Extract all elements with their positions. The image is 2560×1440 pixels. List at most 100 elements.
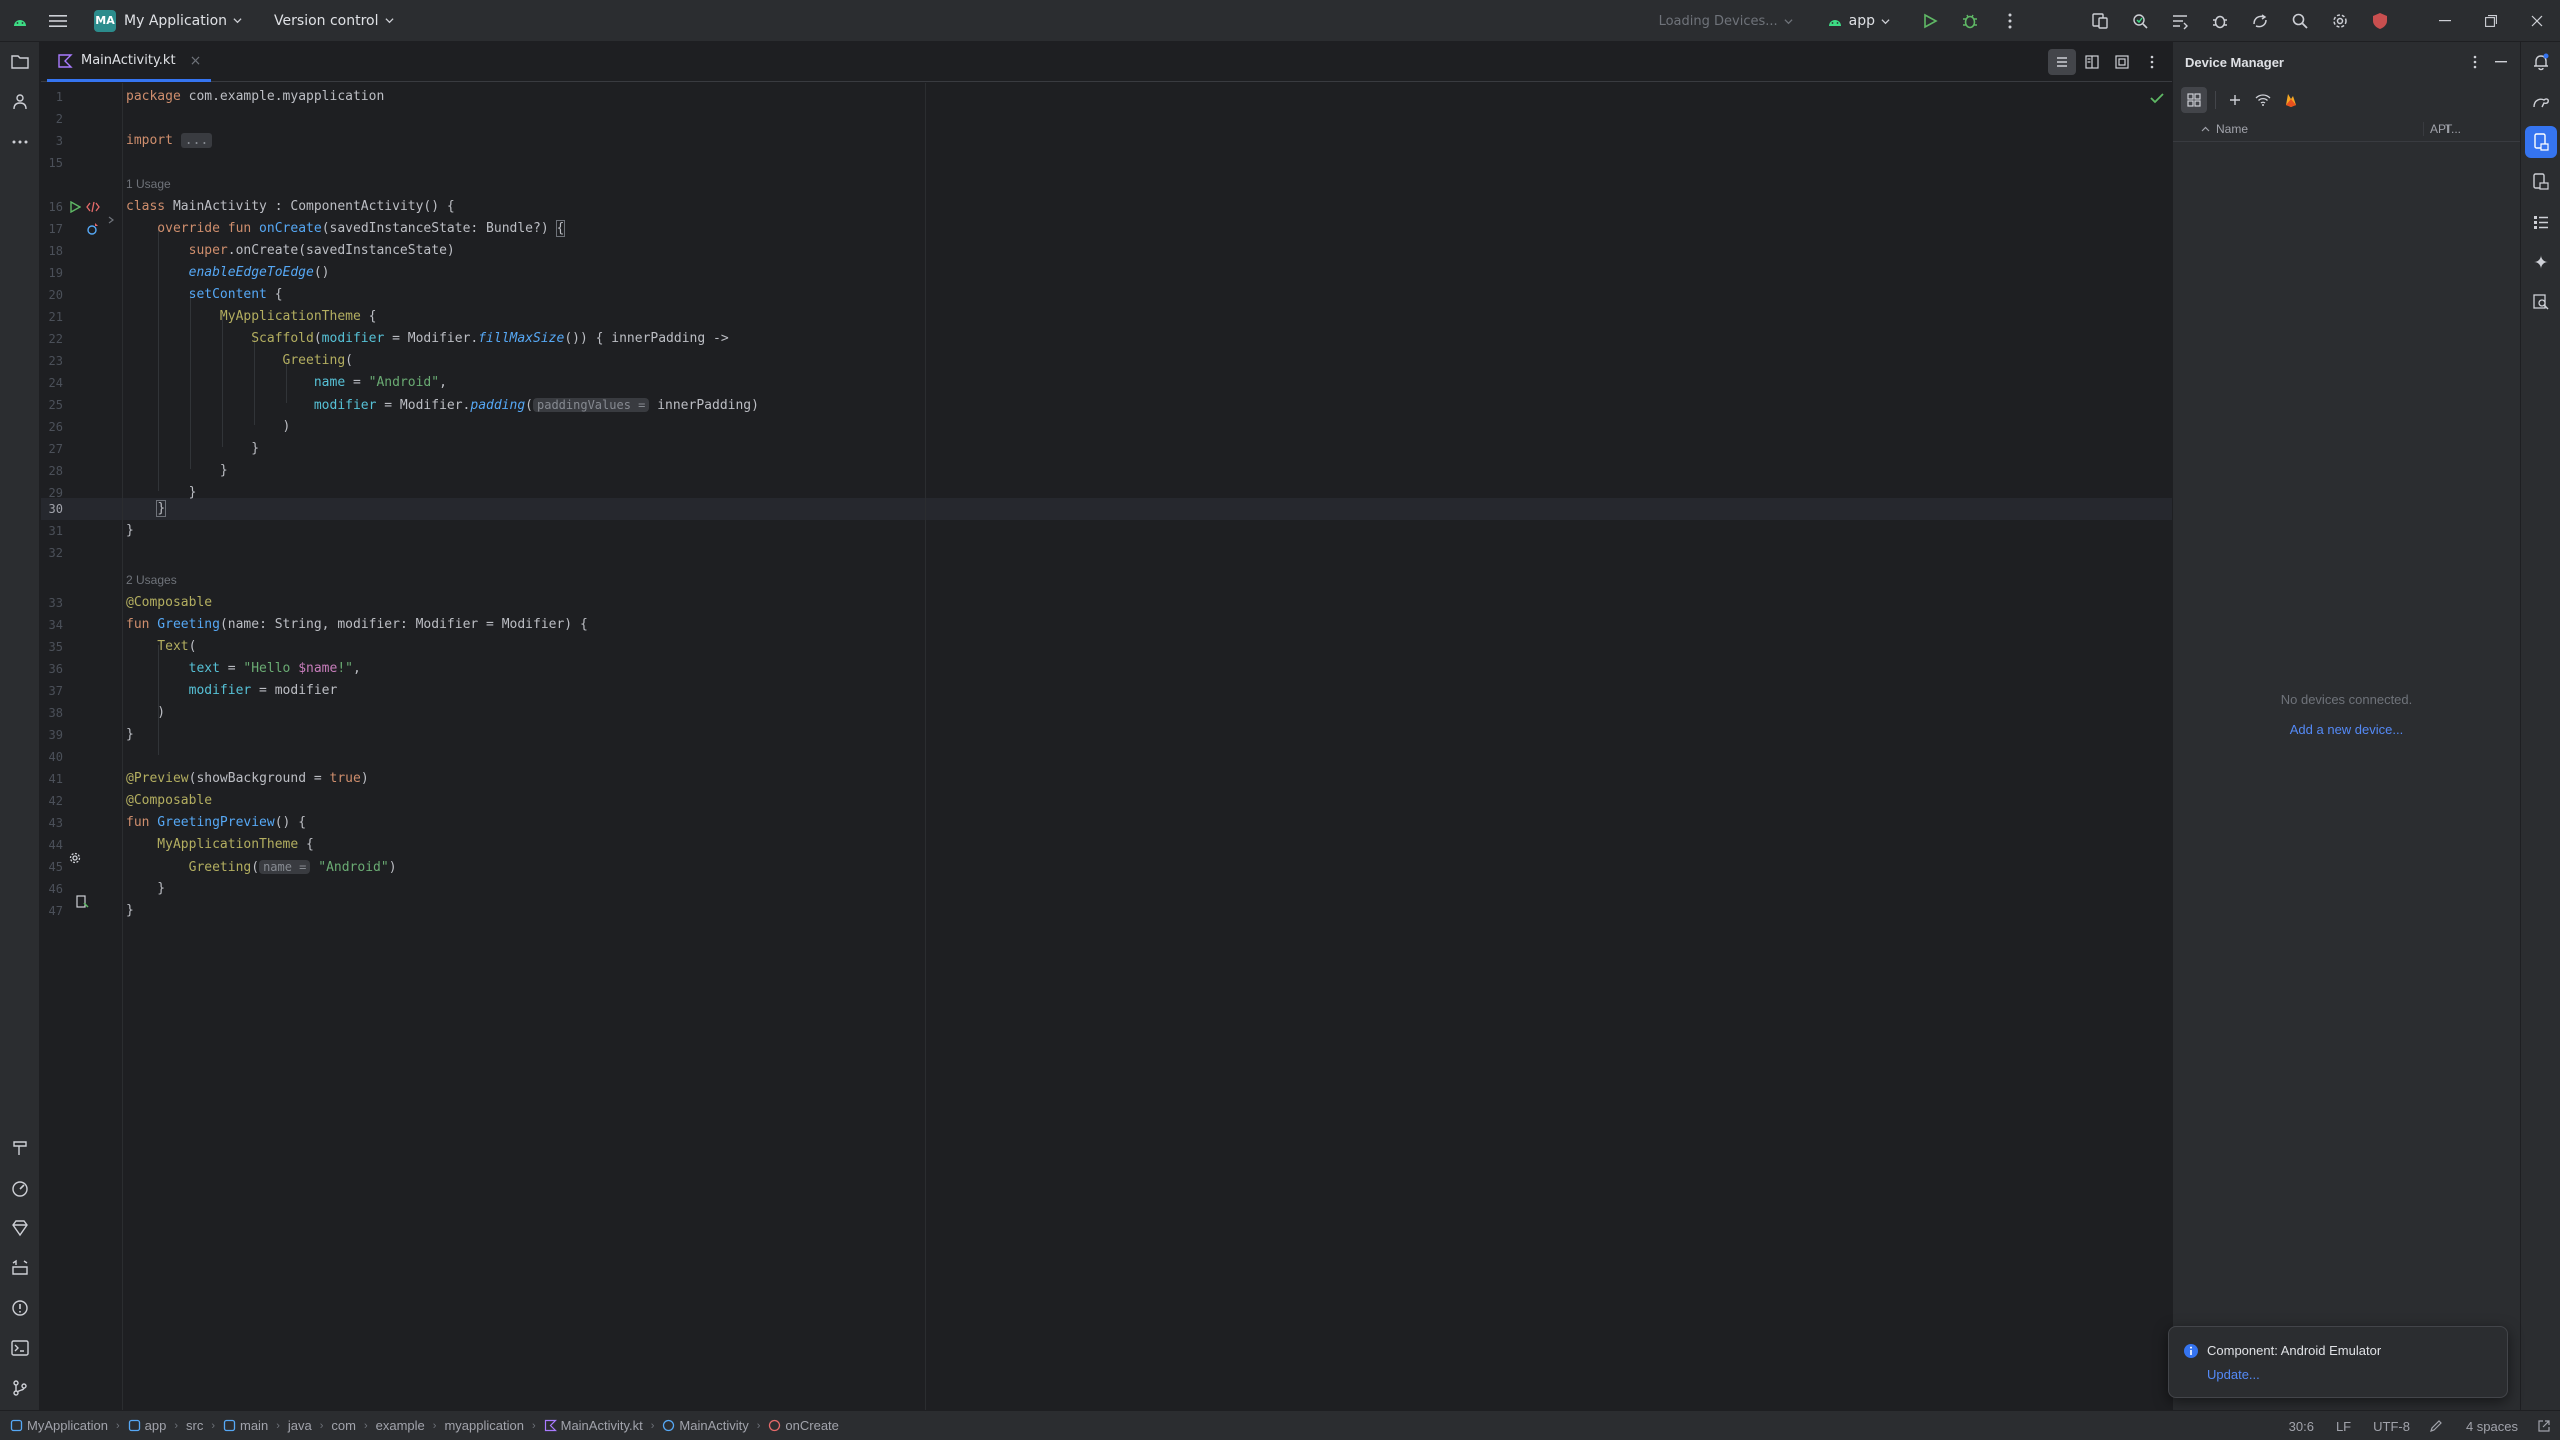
- more-actions-icon[interactable]: [1990, 0, 2030, 42]
- usages-hint[interactable]: 2 Usages: [126, 573, 177, 587]
- device-selector[interactable]: Loading Devices...: [1659, 14, 1793, 29]
- chevron-down-icon: [384, 18, 394, 24]
- hide-panel-icon[interactable]: [2488, 49, 2514, 75]
- chevron-down-icon: [1881, 18, 1890, 24]
- gradle-icon[interactable]: [2525, 86, 2557, 118]
- code-line: 3 import ...: [41, 130, 2172, 152]
- close-icon[interactable]: [2514, 0, 2560, 42]
- more-tool-windows-icon[interactable]: [4, 126, 36, 158]
- commit-icon[interactable]: [4, 86, 36, 118]
- bug-icon[interactable]: [2200, 0, 2240, 42]
- run-configuration-label: app: [1848, 13, 1875, 29]
- design-view-icon[interactable]: [2108, 49, 2136, 75]
- method-icon: [769, 1419, 781, 1432]
- device-mirror-icon[interactable]: [2080, 0, 2120, 42]
- breadcrumb-item[interactable]: java: [288, 1418, 312, 1433]
- kotlin-file-icon: [544, 1419, 557, 1432]
- terminal-icon[interactable]: [4, 1332, 36, 1364]
- main-menu-icon[interactable]: [40, 0, 76, 42]
- notification-balloon[interactable]: Component: Android Emulator Update...: [2168, 1326, 2508, 1398]
- code-line: 38 ): [48, 705, 166, 720]
- folded-imports[interactable]: ...: [180, 133, 213, 148]
- layout-inspector-icon[interactable]: [2160, 0, 2200, 42]
- profiler-icon[interactable]: [4, 1172, 36, 1204]
- notification-update-link[interactable]: Update...: [2207, 1367, 2260, 1382]
- line-separator[interactable]: LF: [2336, 1419, 2351, 1434]
- code-editor[interactable]: 1 package com.example.myapplication 2 3 im…: [41, 83, 2172, 1410]
- git-icon[interactable]: [4, 1372, 36, 1404]
- code-line: 28 }: [48, 463, 228, 478]
- module-icon: [128, 1419, 140, 1432]
- group-devices-icon[interactable]: [2181, 87, 2207, 113]
- column-name[interactable]: Name: [2201, 122, 2248, 136]
- firebase-icon[interactable]: [2278, 87, 2304, 113]
- settings-icon[interactable]: [2320, 0, 2360, 42]
- sync-project-icon[interactable]: [2240, 0, 2280, 42]
- caret-position[interactable]: 30:6: [2289, 1419, 2314, 1434]
- notifications-icon[interactable]: [2525, 46, 2557, 78]
- code-view-icon[interactable]: [2048, 49, 2076, 75]
- notification-title: Component: Android Emulator: [2207, 1343, 2382, 1358]
- breadcrumb-item[interactable]: myapplication: [444, 1418, 524, 1433]
- breadcrumb-item[interactable]: com: [331, 1418, 356, 1433]
- add-device-icon[interactable]: [2222, 87, 2248, 113]
- open-external-icon[interactable]: [2536, 1418, 2552, 1434]
- code-line: 46 }: [48, 881, 166, 896]
- run-icon[interactable]: [1910, 0, 1950, 42]
- breadcrumb-item[interactable]: onCreate: [768, 1418, 839, 1433]
- problems-icon[interactable]: [4, 1292, 36, 1324]
- code-line: 26 ): [48, 419, 291, 434]
- restore-icon[interactable]: [2468, 0, 2514, 42]
- tab-options-icon[interactable]: [2138, 49, 2166, 75]
- structure-icon[interactable]: [2525, 206, 2557, 238]
- code-line: 44 MyApplicationTheme {: [48, 837, 314, 852]
- info-icon: [2184, 1344, 2198, 1358]
- tab-mainactivity[interactable]: MainActivity.kt ×: [47, 42, 212, 82]
- breadcrumb-item[interactable]: app: [128, 1418, 166, 1433]
- android-studio-icon[interactable]: [0, 0, 40, 42]
- inspect-code-icon[interactable]: [2525, 286, 2557, 318]
- pair-wifi-icon[interactable]: [2250, 87, 2276, 113]
- gemini-icon[interactable]: [2525, 246, 2557, 278]
- code-line: 23 Greeting(: [48, 353, 353, 368]
- breadcrumb-item[interactable]: example: [376, 1418, 425, 1433]
- build-icon[interactable]: [4, 1132, 36, 1164]
- shield-icon[interactable]: [2360, 0, 2400, 42]
- breadcrumb-item[interactable]: MyApplication: [10, 1418, 108, 1433]
- chevron-down-icon: [233, 18, 242, 24]
- device-table-header: Name API T...: [2173, 118, 2520, 142]
- app-inspection-icon[interactable]: [2120, 0, 2160, 42]
- android-icon: [1828, 20, 1841, 26]
- logcat-icon[interactable]: [4, 1252, 36, 1284]
- breadcrumb-item[interactable]: main: [223, 1418, 268, 1433]
- code-line: 1 package com.example.myapplication: [55, 89, 385, 104]
- run-configuration-selector[interactable]: app: [1827, 13, 1890, 29]
- parameter-hint: paddingValues =: [533, 398, 650, 412]
- empty-state-text: No devices connected.: [2280, 692, 2413, 707]
- usages-hint[interactable]: 1 Usage: [126, 177, 171, 191]
- search-icon[interactable]: [2280, 0, 2320, 42]
- gem-icon[interactable]: [4, 1212, 36, 1244]
- breadcrumb-item[interactable]: src: [186, 1418, 203, 1433]
- breadcrumb-item[interactable]: MainActivity: [662, 1418, 749, 1433]
- device-explorer-icon[interactable]: [2525, 166, 2557, 198]
- split-view-icon[interactable]: [2078, 49, 2106, 75]
- version-control-widget[interactable]: Version control: [266, 6, 401, 36]
- indent-settings[interactable]: 4 spaces: [2466, 1419, 2518, 1434]
- breadcrumb-item[interactable]: MainActivity.kt: [544, 1418, 643, 1433]
- project-name: My Application: [124, 12, 228, 29]
- folder-icon[interactable]: [4, 46, 36, 78]
- file-encoding[interactable]: UTF-8: [2373, 1419, 2410, 1434]
- column-type[interactable]: T...: [2445, 122, 2461, 136]
- debug-icon[interactable]: [1950, 0, 1990, 42]
- close-tab-icon[interactable]: ×: [190, 53, 202, 69]
- code-line: 20 setContent {: [48, 287, 283, 302]
- add-device-link[interactable]: Add a new device...: [2173, 722, 2520, 737]
- project-widget[interactable]: MA My Application: [86, 6, 250, 36]
- code-line: 2: [55, 112, 63, 126]
- device-manager-icon[interactable]: [2525, 126, 2557, 158]
- minimize-icon[interactable]: [2422, 0, 2468, 42]
- panel-options-icon[interactable]: [2462, 49, 2488, 75]
- edit-lock-icon[interactable]: [2428, 1418, 2444, 1434]
- code-line: 37 modifier = modifier: [48, 683, 338, 698]
